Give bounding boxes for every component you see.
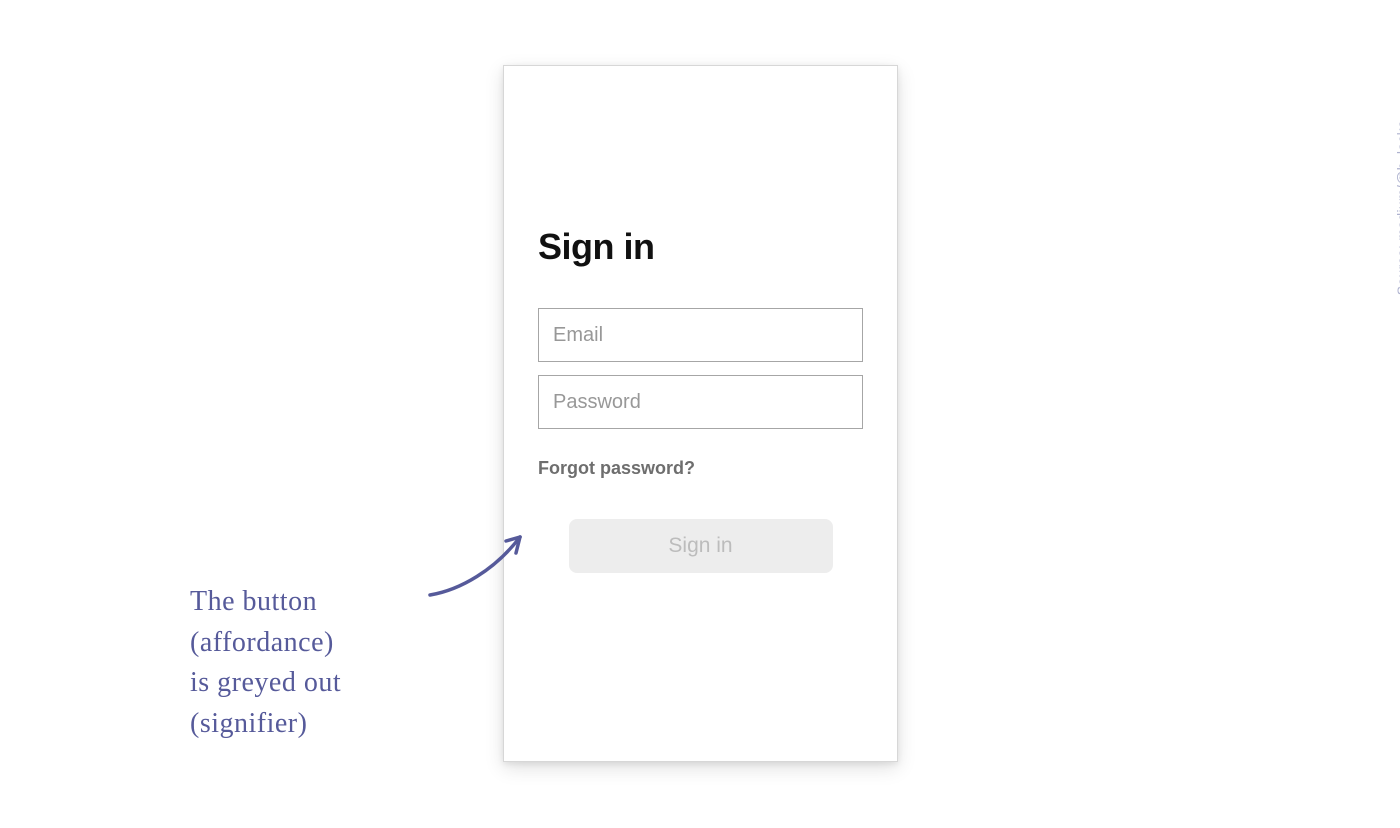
source-credit: Source: medium/@h_locke bbox=[1394, 120, 1400, 295]
signin-card: Sign in Forgot password? Sign in bbox=[503, 65, 898, 762]
email-field[interactable] bbox=[538, 308, 863, 362]
password-field[interactable] bbox=[538, 375, 863, 429]
signin-heading: Sign in bbox=[538, 226, 863, 268]
annotation-text: The button (affordance) is greyed out (s… bbox=[190, 582, 470, 744]
signin-form: Forgot password? Sign in bbox=[538, 308, 863, 573]
forgot-password-link[interactable]: Forgot password? bbox=[538, 458, 695, 479]
signin-button[interactable]: Sign in bbox=[569, 519, 833, 573]
